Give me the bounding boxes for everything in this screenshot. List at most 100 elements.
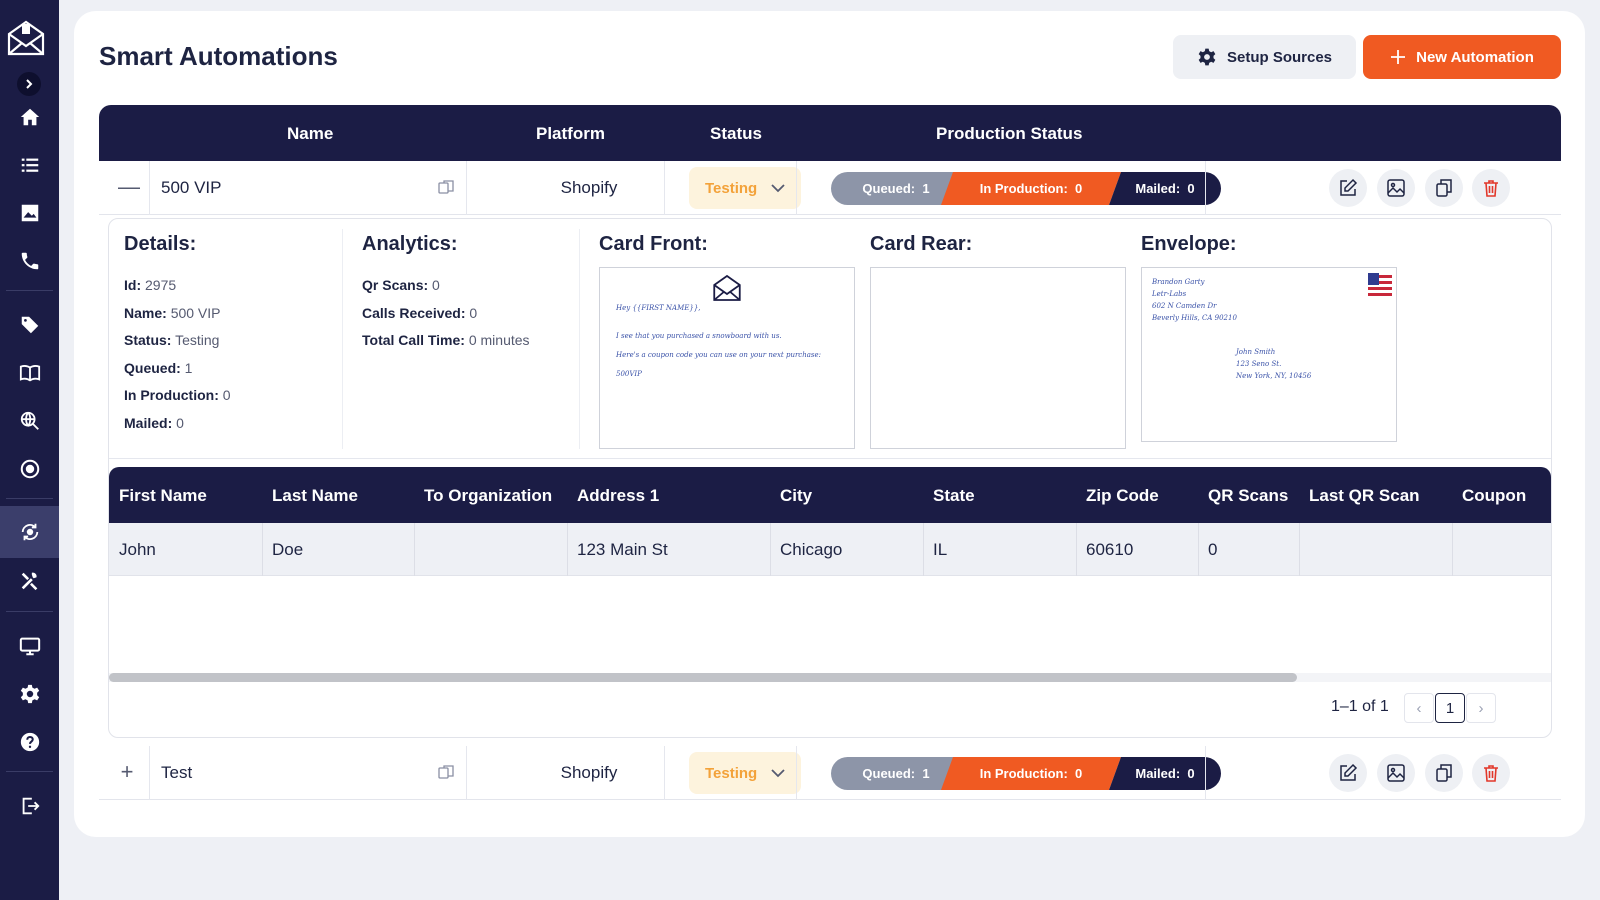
flag-stamp-icon	[1368, 273, 1392, 299]
in-production-segment: In Production: 0	[941, 172, 1121, 205]
home-icon[interactable]	[0, 97, 59, 137]
previous-page-button[interactable]: ‹	[1404, 693, 1434, 723]
detail-id: Id: 2975	[124, 277, 177, 293]
gear-icon[interactable]	[0, 674, 59, 714]
card-front-preview[interactable]: Hey {{FIRST NAME}}, I see that you purch…	[599, 267, 855, 449]
recipient-address-line: 123 Seno St.	[1236, 360, 1282, 368]
analytics-calls: Calls Received: 0	[362, 304, 478, 321]
card-front-line: Hey {{FIRST NAME}},	[616, 304, 701, 312]
setup-sources-button[interactable]: Setup Sources	[1173, 35, 1356, 79]
column-header-zip: Zip Code	[1086, 486, 1159, 505]
table-row: — 500 VIP Shopify Testing Queued: 1 In P…	[99, 161, 1561, 215]
envelope-title: Envelope:	[1141, 233, 1237, 255]
edit-icon	[1340, 763, 1358, 781]
horizontal-scrollbar[interactable]	[109, 673, 1551, 682]
automation-icon[interactable]	[0, 506, 59, 558]
page-number-button[interactable]: 1	[1435, 693, 1465, 723]
detail-in-production: In Production: 0	[124, 387, 231, 403]
cell-zip: 60610	[1086, 540, 1134, 559]
status-dropdown[interactable]: Testing	[689, 167, 801, 209]
card-front-title: Card Front:	[599, 233, 708, 255]
delete-button[interactable]	[1472, 169, 1510, 207]
book-icon[interactable]	[0, 353, 59, 393]
production-status-bar: Queued: 1 In Production: 0 Mailed: 0	[831, 757, 1221, 790]
image-icon	[1387, 764, 1405, 782]
delete-button[interactable]	[1472, 754, 1510, 792]
column-header-address1: Address 1	[577, 486, 660, 505]
sidebar	[0, 0, 59, 900]
main-panel: Smart Automations Setup Sources New Auto…	[74, 11, 1585, 837]
cell-city: Chicago	[780, 540, 843, 559]
queued-segment: Queued: 1	[831, 757, 961, 790]
next-page-button[interactable]: ›	[1466, 693, 1496, 723]
setup-sources-label: Setup Sources	[1226, 48, 1333, 66]
image-icon[interactable]	[0, 193, 59, 233]
return-address-line: Beverly Hills, CA 90210	[1152, 314, 1237, 322]
edit-icon	[1340, 178, 1358, 196]
analytics-title: Analytics:	[362, 233, 458, 255]
monitor-icon[interactable]	[0, 626, 59, 666]
recipient-address-line: John Smith	[1236, 348, 1276, 356]
list-icon[interactable]	[0, 145, 59, 185]
envelope-preview[interactable]: Brandon Garty Letr-Labs 602 N Camden Dr …	[1141, 267, 1397, 442]
duplicate-button[interactable]	[1425, 754, 1463, 792]
new-automation-button[interactable]: New Automation	[1363, 35, 1561, 79]
target-icon[interactable]	[0, 449, 59, 489]
details-overview: Details: Id: 2975 Name: 500 VIP Status: …	[109, 219, 1551, 459]
duplicate-button[interactable]	[1425, 169, 1463, 207]
table-row[interactable]: John Doe 123 Main St Chicago IL 60610 0	[109, 523, 1551, 576]
mail-logo-icon[interactable]	[6, 18, 46, 58]
image-button[interactable]	[1377, 169, 1415, 207]
logout-icon[interactable]	[0, 786, 59, 826]
automations-table-header: Name Platform Status Production Status	[99, 105, 1561, 161]
scrollbar-thumb[interactable]	[109, 673, 1297, 682]
card-front-line: I see that you purchased a snowboard wit…	[616, 332, 782, 340]
details-title: Details:	[124, 233, 197, 255]
recipient-address-line: New York, NY, 10456	[1236, 372, 1312, 380]
tools-icon[interactable]	[0, 561, 59, 601]
cell-qr-scans: 0	[1208, 540, 1218, 559]
card-front-line: Here's a coupon code you can use on your…	[616, 351, 821, 359]
queued-segment: Queued: 1	[831, 172, 961, 205]
help-icon[interactable]	[0, 722, 59, 762]
return-address-line: 602 N Camden Dr	[1152, 302, 1217, 310]
chevron-right-icon[interactable]	[17, 72, 41, 96]
column-header-name: Name	[287, 124, 334, 143]
card-front-line: 500VIP	[616, 370, 642, 378]
cell-last-name: Doe	[272, 540, 304, 559]
copy-id-icon[interactable]	[437, 764, 455, 787]
duplicate-icon	[1436, 764, 1452, 782]
phone-icon[interactable]	[0, 241, 59, 281]
chevron-down-icon	[771, 769, 785, 778]
copy-id-icon[interactable]	[437, 179, 455, 202]
details-column: Details: Id: 2975 Name: 500 VIP Status: …	[124, 233, 231, 437]
duplicate-icon	[1436, 179, 1452, 197]
trash-icon	[1484, 765, 1498, 782]
search-globe-icon[interactable]	[0, 401, 59, 441]
collapse-row-icon[interactable]: —	[118, 176, 140, 198]
column-header-production-status: Production Status	[936, 124, 1083, 143]
edit-button[interactable]	[1329, 754, 1367, 792]
column-header-platform: Platform	[536, 124, 605, 143]
automation-details-panel: Details: Id: 2975 Name: 500 VIP Status: …	[108, 218, 1552, 738]
trash-icon	[1484, 180, 1498, 197]
column-header-city: City	[780, 486, 813, 505]
cell-first-name: John	[119, 540, 156, 559]
card-rear-title: Card Rear:	[870, 233, 973, 255]
in-production-segment: In Production: 0	[941, 757, 1121, 790]
tag-icon[interactable]	[0, 305, 59, 345]
expand-row-icon[interactable]: +	[118, 761, 136, 783]
new-automation-label: New Automation	[1416, 48, 1534, 66]
image-button[interactable]	[1377, 754, 1415, 792]
column-header-qr-scans: QR Scans	[1208, 486, 1289, 505]
cell-address1: 123 Main St	[577, 540, 668, 559]
status-dropdown[interactable]: Testing	[689, 752, 801, 794]
gear-icon	[1198, 48, 1216, 66]
detail-queued: Queued: 1	[124, 359, 193, 376]
pagination-info: 1–1 of 1	[1331, 698, 1389, 715]
plus-icon	[1391, 50, 1406, 64]
production-status-bar: Queued: 1 In Production: 0 Mailed: 0	[831, 172, 1221, 205]
edit-button[interactable]	[1329, 169, 1367, 207]
card-rear-preview[interactable]	[870, 267, 1126, 449]
page-title: Smart Automations	[99, 41, 338, 71]
